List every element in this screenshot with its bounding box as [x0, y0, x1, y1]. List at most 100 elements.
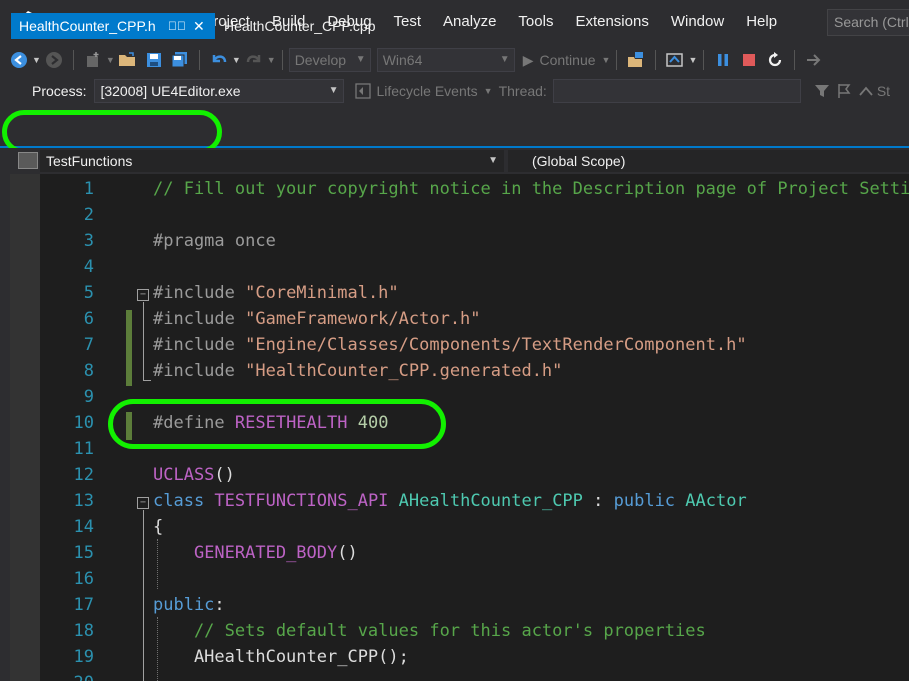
thread-label: Thread:	[498, 83, 547, 99]
menu-item-window[interactable]: Window	[660, 0, 735, 44]
code-line[interactable]: 7 #include "Engine/Classes/Components/Tex…	[40, 332, 909, 358]
code-line[interactable]: 1 // Fill out your copyright notice in th…	[40, 176, 909, 202]
pin-icon[interactable]: ⊣⃞	[168, 13, 186, 39]
chevron-down-icon: ▼	[328, 85, 339, 96]
code-token: "HealthCounter_CPP.generated.h"	[245, 361, 563, 381]
code-line[interactable]: 18 // Sets default values for this actor…	[40, 618, 909, 644]
stack-frame-label: St	[876, 83, 891, 99]
line-number: 5	[83, 283, 94, 303]
line-number: 10	[73, 413, 94, 433]
dropdown-arrow-icon[interactable]: ▼	[688, 55, 697, 65]
code-line[interactable]: 15 GENERATED_BODY()	[40, 540, 909, 566]
line-number: 8	[83, 361, 94, 381]
open-folder-icon[interactable]	[115, 47, 141, 73]
play-icon[interactable]: ▶	[523, 52, 534, 69]
code-line[interactable]: 13 class TESTFUNCTIONS_API AHealthCounter…	[40, 488, 909, 514]
lifecycle-events-icon[interactable]	[352, 78, 374, 104]
line-number: 20	[40, 670, 94, 681]
code-line[interactable]: 4	[40, 254, 909, 280]
code-line[interactable]: 16	[40, 566, 909, 592]
code-text: UCLASS()	[153, 462, 235, 488]
attach-process-icon[interactable]	[623, 47, 649, 73]
dropdown-arrow-icon[interactable]: ▼	[106, 55, 115, 65]
menu-item-test[interactable]: Test	[383, 0, 433, 44]
dropdown-arrow-icon[interactable]: ▼	[267, 55, 276, 65]
dropdown-arrow-icon[interactable]: ▼	[232, 55, 241, 65]
code-line[interactable]: 5 #include "CoreMinimal.h"	[40, 280, 909, 306]
code-text: #pragma once	[153, 228, 276, 254]
code-text: public:	[153, 592, 225, 618]
restart-icon[interactable]	[762, 47, 788, 73]
search-input[interactable]: Search (Ctrl+Q)	[827, 9, 909, 36]
standard-toolbar: ▼ ▼ ▼ ▼ Develop ▼ Win64 ▼ ▶ Continue ▼ ▼	[0, 44, 909, 76]
navigate-back-icon[interactable]	[6, 47, 32, 73]
code-editor[interactable]: 1 // Fill out your copyright notice in th…	[40, 174, 909, 681]
tab-healthcounter-h[interactable]: HealthCounter_CPP.h ⊣⃞ ✕	[11, 13, 215, 39]
switch-frame-icon[interactable]	[855, 78, 877, 104]
toolbar-separator	[198, 50, 200, 70]
flag-thread-icon[interactable]	[833, 78, 855, 104]
show-next-statement-icon[interactable]	[801, 47, 827, 73]
collapse-icon[interactable]: −	[137, 289, 149, 301]
save-icon[interactable]	[141, 47, 167, 73]
code-line[interactable]: 19 AHealthCounter_CPP();	[40, 644, 909, 670]
configuration-value: Develop	[294, 52, 347, 68]
new-project-icon[interactable]	[80, 47, 106, 73]
tab-healthcounter-cpp[interactable]: HealthCounter_CPP.cpp	[224, 13, 376, 39]
code-line[interactable]: 14 {	[40, 514, 909, 540]
code-line[interactable]: 8 #include "HealthCounter_CPP.generated.h…	[40, 358, 909, 384]
project-value: TestFunctions	[46, 153, 133, 169]
menu-item-analyze[interactable]: Analyze	[432, 0, 507, 44]
menu-item-extensions[interactable]: Extensions	[564, 0, 659, 44]
stop-icon[interactable]	[736, 47, 762, 73]
close-icon[interactable]: ✕	[193, 13, 205, 39]
code-line[interactable]: 6 #include "GameFramework/Actor.h"	[40, 306, 909, 332]
line-number: 11	[73, 439, 94, 459]
navigate-forward-icon[interactable]	[41, 47, 67, 73]
pause-icon[interactable]	[710, 47, 736, 73]
line-number: 3	[83, 231, 94, 251]
lifecycle-events-button[interactable]: Lifecycle Events	[374, 83, 477, 99]
code-line[interactable]: 2	[40, 202, 909, 228]
outline-guide	[143, 510, 144, 681]
filter-icon[interactable]	[811, 78, 833, 104]
process-label: Process:	[32, 83, 87, 99]
menu-item-tools[interactable]: Tools	[507, 0, 564, 44]
code-line[interactable]: 9	[40, 384, 909, 410]
redo-icon[interactable]	[241, 47, 267, 73]
line-number: 16	[73, 569, 94, 589]
code-line[interactable]: 11	[40, 436, 909, 462]
line-number: 19	[73, 647, 94, 667]
configuration-select[interactable]: Develop ▼	[288, 48, 371, 72]
continue-button[interactable]: Continue	[533, 52, 601, 68]
project-select[interactable]: TestFunctions ▼	[40, 150, 504, 172]
platform-select[interactable]: Win64 ▼	[376, 48, 515, 72]
collapse-icon[interactable]: −	[137, 497, 149, 509]
code-line[interactable]: 20	[40, 670, 909, 681]
code-text: #include "GameFramework/Actor.h"	[153, 306, 481, 332]
line-number: 2	[83, 205, 94, 225]
change-indicator	[126, 310, 132, 386]
code-line[interactable]: 17 public:	[40, 592, 909, 618]
outline-guide	[143, 302, 144, 380]
undo-icon[interactable]	[206, 47, 232, 73]
thread-select[interactable]	[552, 79, 801, 103]
code-line[interactable]: 10 #define RESETHEALTH 400	[40, 410, 909, 436]
scope-select[interactable]: (Global Scope)	[508, 150, 909, 172]
code-token: public	[613, 491, 686, 511]
code-line[interactable]: 12 UCLASS()	[40, 462, 909, 488]
browser-link-icon[interactable]	[662, 47, 688, 73]
code-line[interactable]: 3 #pragma once	[40, 228, 909, 254]
code-token: UCLASS	[153, 465, 215, 485]
dropdown-arrow-icon[interactable]: ▼	[602, 55, 611, 65]
toolbar-separator	[794, 50, 796, 70]
save-all-icon[interactable]	[167, 47, 193, 73]
code-token: public	[153, 595, 215, 615]
menu-item-help[interactable]: Help	[735, 0, 788, 44]
process-select[interactable]: [32008] UE4Editor.exe ▼	[94, 79, 345, 103]
line-number: 6	[83, 309, 94, 329]
code-token: RESETHEALTH	[234, 413, 348, 433]
dropdown-arrow-icon[interactable]: ▼	[478, 86, 499, 96]
dropdown-arrow-icon[interactable]: ▼	[32, 55, 41, 65]
